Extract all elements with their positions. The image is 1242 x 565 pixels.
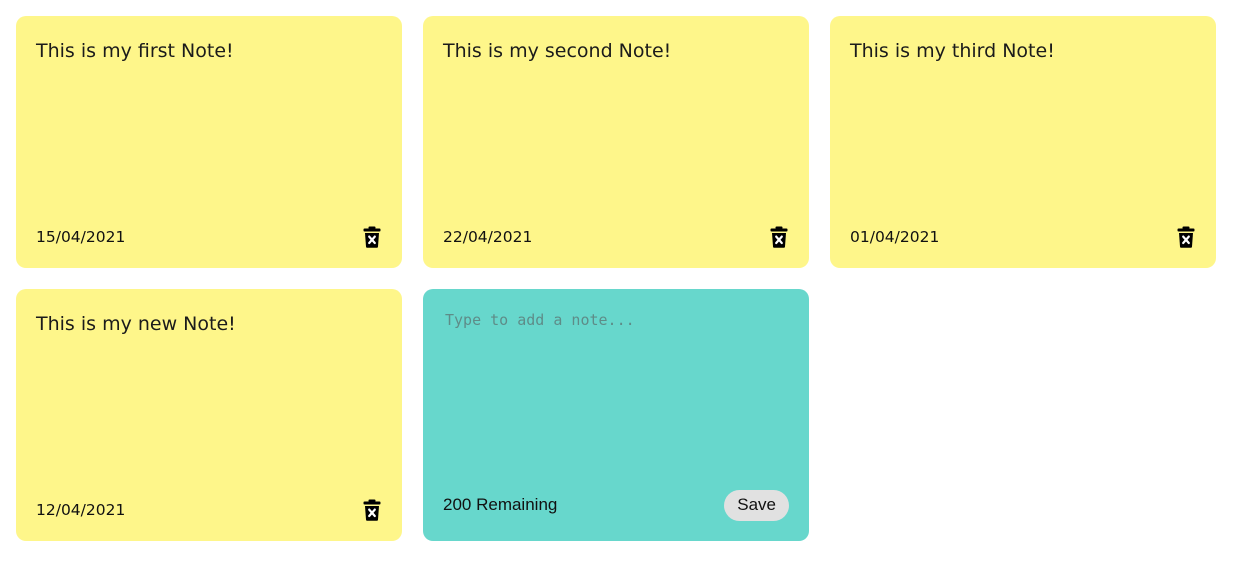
note-footer: 01/04/2021 — [850, 224, 1196, 250]
note-card: This is my new Note! 12/04/2021 — [16, 289, 402, 541]
add-note-input[interactable] — [443, 309, 789, 459]
save-button[interactable]: Save — [724, 489, 789, 521]
note-card: This is my second Note! 22/04/2021 — [423, 16, 809, 268]
note-date: 15/04/2021 — [36, 228, 126, 246]
delete-note-icon[interactable] — [768, 224, 790, 250]
note-date: 22/04/2021 — [443, 228, 533, 246]
remaining-characters: 200 Remaining — [443, 495, 558, 514]
note-date: 12/04/2021 — [36, 501, 126, 519]
note-text: This is my third Note! — [850, 40, 1055, 62]
note-date: 01/04/2021 — [850, 228, 940, 246]
note-footer: 22/04/2021 — [443, 224, 789, 250]
note-footer: 12/04/2021 — [36, 497, 382, 523]
note-card: This is my third Note! 01/04/2021 — [830, 16, 1216, 268]
note-card: This is my first Note! 15/04/2021 — [16, 16, 402, 268]
notes-list: This is my first Note! 15/04/2021 This i… — [16, 16, 1216, 541]
note-text: This is my first Note! — [36, 40, 234, 62]
note-footer: 15/04/2021 — [36, 224, 382, 250]
delete-note-icon[interactable] — [1175, 224, 1197, 250]
delete-note-icon[interactable] — [361, 224, 383, 250]
add-note-footer: 200 Remaining Save — [443, 489, 789, 521]
note-text: This is my new Note! — [36, 313, 236, 335]
delete-note-icon[interactable] — [361, 497, 383, 523]
note-text: This is my second Note! — [443, 40, 672, 62]
add-note-card: 200 Remaining Save — [423, 289, 809, 541]
